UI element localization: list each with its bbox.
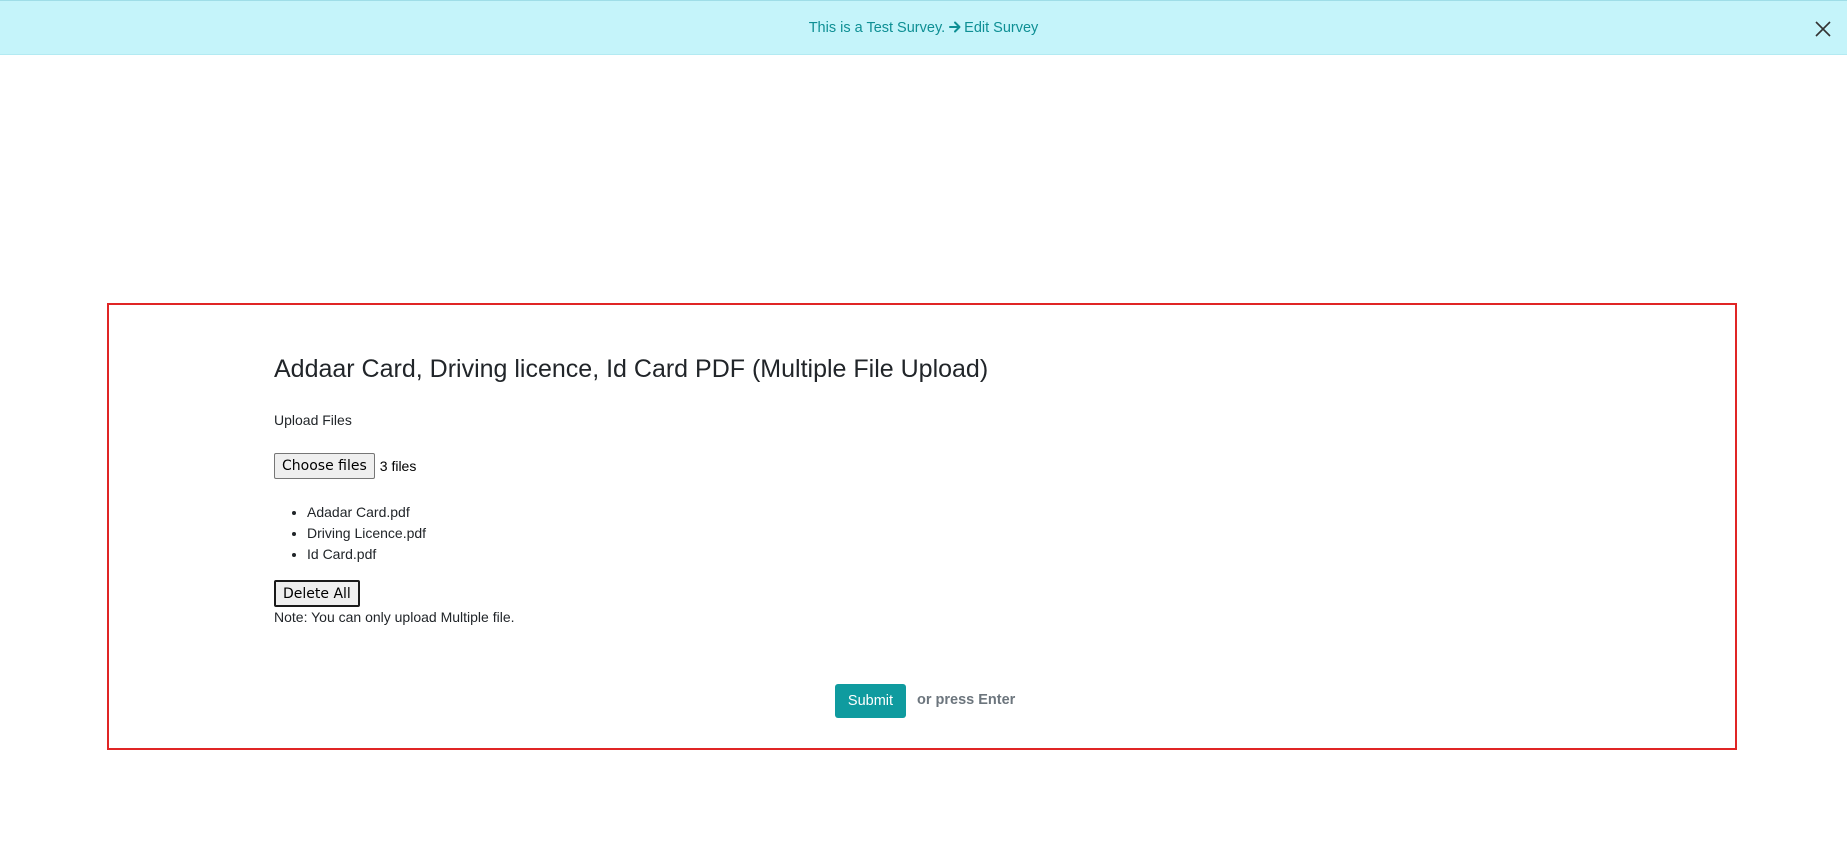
uploaded-file-list: Adadar Card.pdf Driving Licence.pdf Id C… (274, 502, 426, 565)
delete-all-button[interactable]: Delete All (274, 580, 360, 607)
question-title: Addaar Card, Driving licence, Id Card PD… (274, 355, 989, 383)
edit-survey-label: Edit Survey (964, 20, 1039, 36)
submit-button[interactable]: Submit (835, 684, 906, 718)
list-item: Adadar Card.pdf (307, 502, 426, 523)
list-item: Id Card.pdf (307, 544, 426, 565)
upload-files-label: Upload Files (274, 412, 352, 428)
banner-message: This is a Test Survey. (808, 20, 946, 36)
arrow-right-icon (949, 21, 961, 33)
test-survey-banner: This is a Test Survey. Edit Survey (0, 0, 1847, 55)
close-icon (1815, 21, 1831, 37)
file-input-row: Choose files 3 files (274, 453, 416, 479)
choose-files-button[interactable]: Choose files (274, 453, 375, 479)
close-banner-button[interactable] (1811, 17, 1835, 41)
list-item: Driving Licence.pdf (307, 523, 426, 544)
banner-message-row: This is a Test Survey. Edit Survey (0, 20, 1847, 36)
file-count: 3 files (379, 458, 417, 474)
edit-survey-link[interactable]: Edit Survey (945, 20, 1038, 36)
upload-note: Note: You can only upload Multiple file. (274, 609, 515, 625)
press-enter-hint: or press Enter (917, 692, 1016, 708)
